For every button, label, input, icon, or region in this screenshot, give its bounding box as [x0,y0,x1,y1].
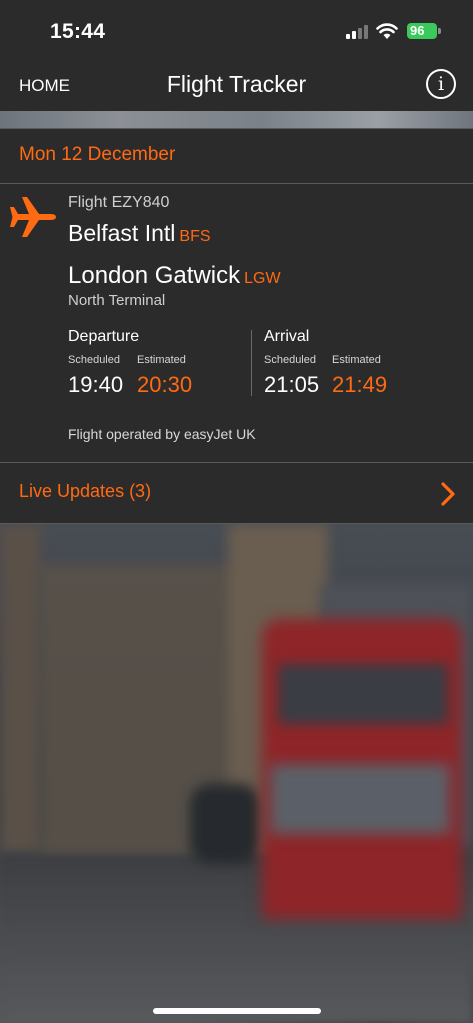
destination-name: London Gatwick [68,262,241,289]
date-header: Mon 12 December [0,129,473,183]
header-image-strip [0,111,473,129]
background-shape [190,784,260,864]
flight-date: Mon 12 December [19,144,176,165]
destination-code: LGW [244,270,281,287]
battery-icon: 96 [407,23,437,39]
wifi-icon [376,23,398,39]
status-time: 15:44 [50,20,106,43]
live-updates-label: Live Updates (3) [19,481,152,501]
home-indicator[interactable] [153,1008,321,1014]
battery-cap [438,28,441,34]
arrival-times: Arrival Scheduled Estimated 21:05 21:49 [264,328,387,397]
origin-airport: Belfast Intl BFS [68,220,211,247]
arrival-estimated-label: Estimated [332,354,381,366]
operator-text: Flight operated by easyJet UK [68,426,256,442]
chevron-right-icon [441,482,455,506]
nav-bar: HOME Flight Tracker i [0,62,473,112]
background-bus-window [278,664,448,724]
arrival-scheduled-label: Scheduled [264,354,316,366]
flight-card: Flight EZY840 Belfast Intl BFS London Gat… [0,184,473,462]
flight-number: Flight EZY840 [68,194,170,211]
departure-estimated-time: 20:30 [137,372,193,397]
times-divider [251,330,252,396]
background-shape [0,524,40,854]
cellular-signal-icon [346,25,368,39]
arrival-estimated-time: 21:49 [332,372,388,397]
info-icon-glyph: i [437,73,445,95]
terminal-label: North Terminal [68,292,166,309]
origin-name: Belfast Intl [68,220,176,246]
departure-label: Departure [68,328,140,345]
destination-airport: London Gatwick LGW [68,262,281,290]
departure-scheduled-label: Scheduled [68,354,120,366]
arrival-label: Arrival [264,328,310,345]
airplane-icon [10,197,56,237]
info-icon[interactable]: i [426,69,456,99]
live-updates-row[interactable]: Live Updates (3) [0,463,473,523]
arrival-scheduled-time: 21:05 [264,372,320,397]
background-bus-window [270,764,450,834]
status-bar: 15:44 96 [0,0,473,62]
departure-estimated-label: Estimated [137,354,186,366]
departure-times: Departure Scheduled Estimated 19:40 20:3… [68,328,192,397]
page-title: Flight Tracker [166,71,307,97]
background-photo [0,524,473,1023]
departure-scheduled-time: 19:40 [68,372,124,397]
battery-level: 96 [410,23,425,38]
origin-code: BFS [179,228,211,245]
